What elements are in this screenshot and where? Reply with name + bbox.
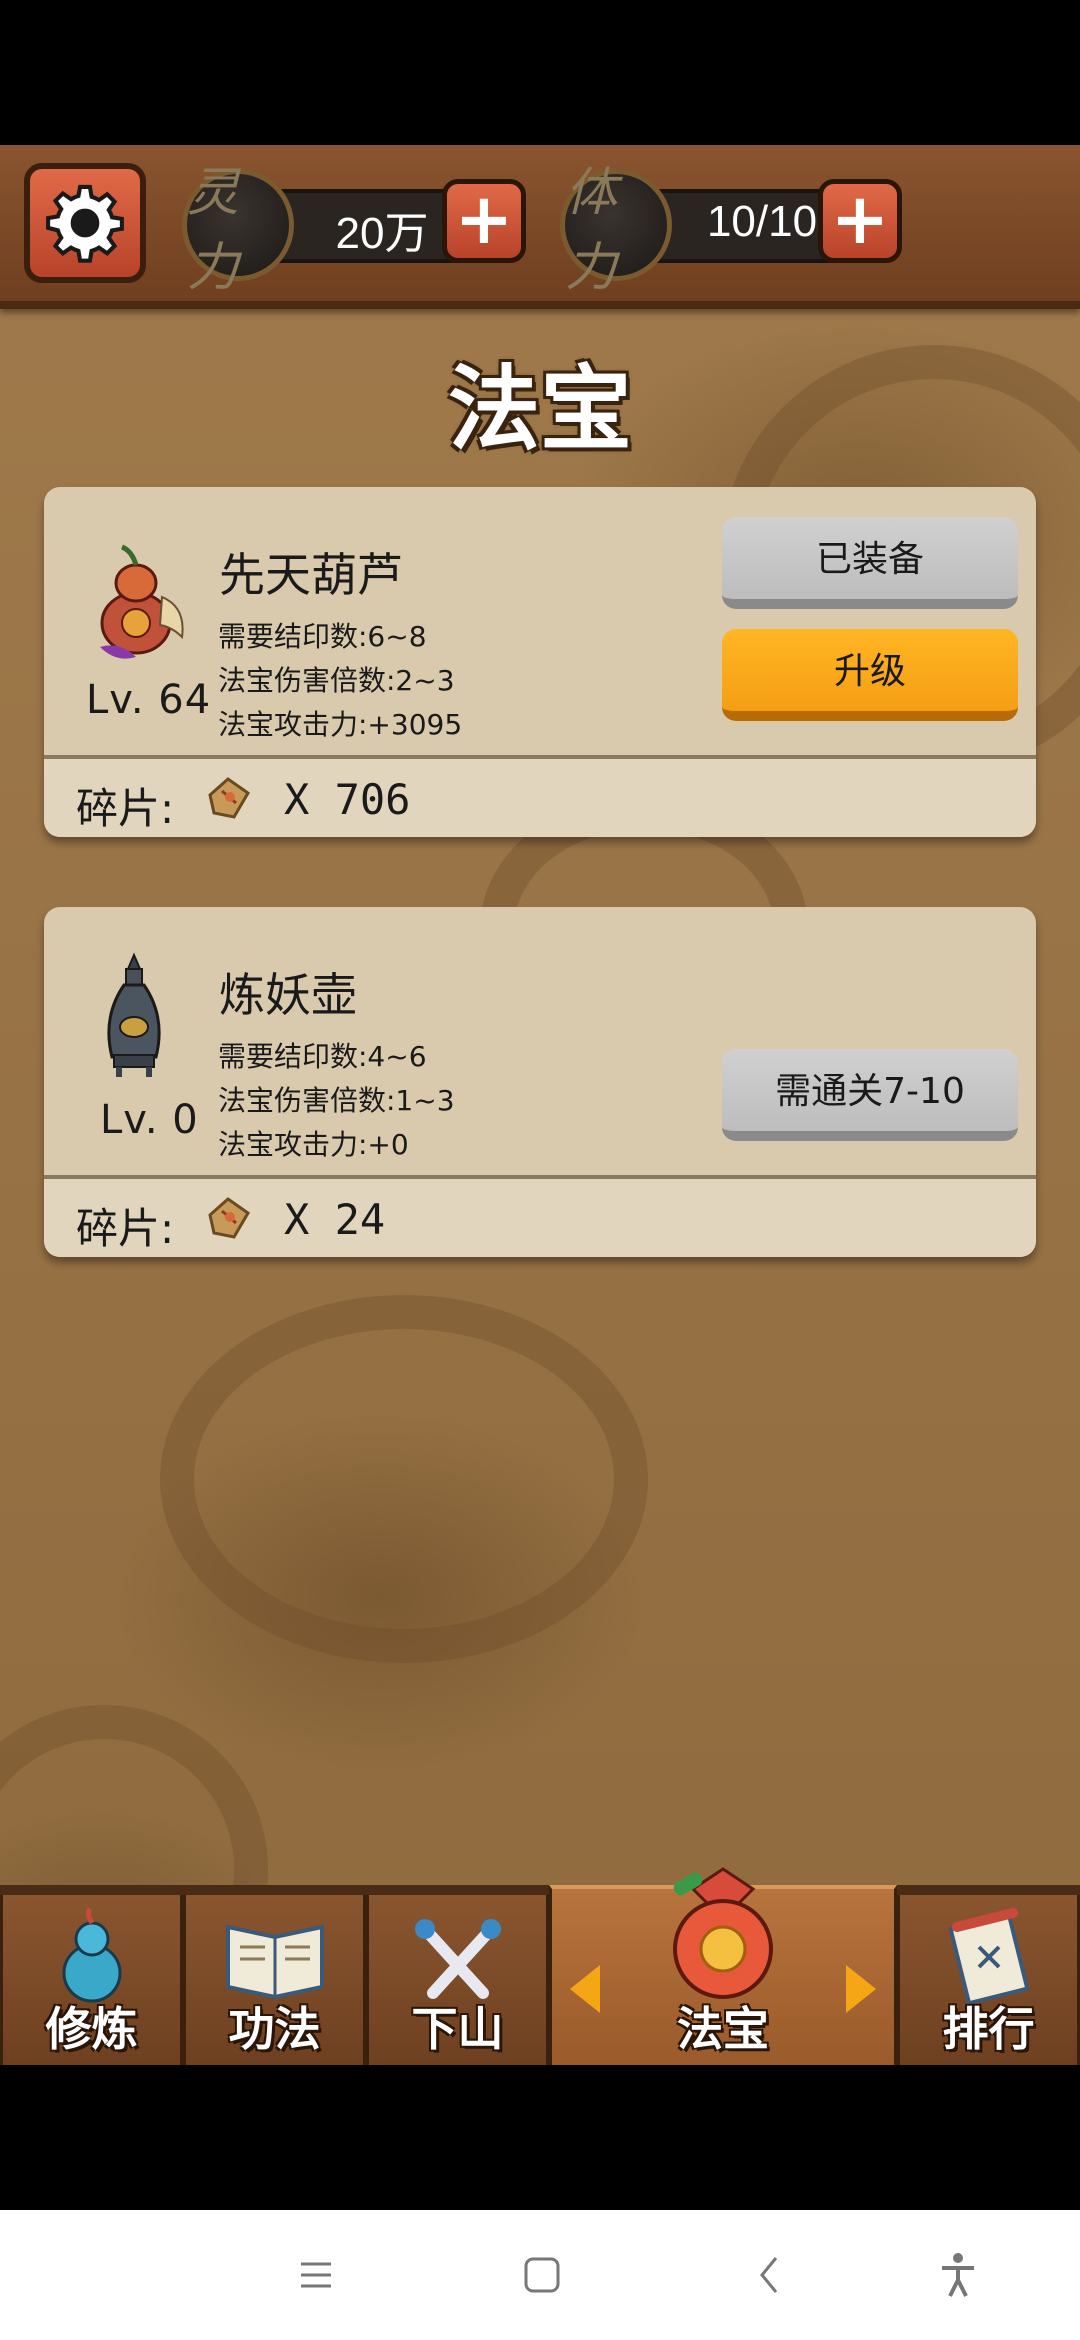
treasure-card: Lv. 0 炼妖壶 需要结印数:4~6 法宝伤害倍数:1~3 法宝攻击力:+0 … [44,907,1036,1257]
treasure-stat-seals: 需要结印数:6~8 [218,620,427,653]
treasure-stat-damage: 法宝伤害倍数:2~3 [218,664,455,697]
back-icon[interactable] [754,2250,784,2300]
fragment-row: 碎片: X 24 [44,1179,1036,1257]
page-title: 法宝 [447,356,632,463]
treasure-stat-attack: 法宝攻击力:+0 [218,1128,409,1161]
accessibility-icon[interactable] [938,2250,978,2300]
fragment-row: 碎片: X 706 [44,759,1036,837]
treasure-bag-icon [673,1867,773,1999]
bg-swirl [160,1295,648,1663]
book-icon [225,1924,324,2000]
scroll-icon [947,1907,1030,2006]
gourd-treasure-icon [74,527,194,667]
nav-item-ranking[interactable]: 排行 [897,1895,1080,2065]
unlock-requirement-button[interactable]: 需通关7-10 [722,1049,1018,1141]
spirit-value: 20万 [335,209,429,258]
bottom-nav: 修炼 功法 下山 法宝 排行 [0,1867,1080,2065]
fragment-label: 碎片: [76,784,175,833]
treasure-stat-damage: 法宝伤害倍数:1~3 [218,1084,455,1117]
add-stamina-button[interactable]: + [818,179,902,263]
nav-item-skills[interactable]: 功法 [183,1895,366,2065]
spirit-badge: 灵力 [182,163,294,298]
treasure-name: 先天葫芦 [219,548,403,602]
add-spirit-button[interactable]: + [442,179,526,263]
vase-treasure-icon [74,947,194,1087]
gear-icon [46,184,124,263]
treasure-name: 炼妖壶 [219,968,357,1022]
fragment-icon [208,777,250,819]
nav-item-cultivate[interactable]: 修炼 [0,1895,183,2065]
crossed-swords-icon [414,1919,501,1999]
spirit-resource: 灵力 20万 + [182,163,532,298]
equipped-button[interactable]: 已装备 [722,517,1018,609]
nav-item-treasure[interactable]: 法宝 [549,1867,897,2065]
stamina-badge: 体力 [560,163,672,298]
treasure-stat-seals: 需要结印数:4~6 [218,1040,427,1073]
nav-label: 功法 [228,2002,321,2056]
system-nav-bar [0,2210,1080,2340]
nav-label: 法宝 [677,2002,769,2056]
stamina-resource: 体力 10/10 + [560,163,910,298]
nav-label: 下山 [411,2002,504,2056]
treasure-stat-attack: 法宝攻击力:+3095 [218,708,463,741]
plus-icon: + [830,178,890,260]
fragment-label: 碎片: [76,1204,175,1253]
nav-label: 排行 [942,2002,1035,2056]
fragment-icon [208,1197,250,1239]
fragment-count: X 24 [284,1195,386,1244]
gourd-icon [62,1907,121,2003]
game-screen: 灵力 20万 + 体力 10/10 + 法宝 Lv. 64 先天葫芦 需要结印数… [0,145,1080,2065]
treasure-level: Lv. 0 [100,1097,199,1143]
settings-button[interactable] [24,163,146,283]
top-bar: 灵力 20万 + 体力 10/10 + [0,145,1080,309]
upgrade-button[interactable]: 升级 [722,629,1018,721]
home-icon[interactable] [522,2250,562,2300]
fragment-count: X 706 [284,775,411,824]
nav-label: 修炼 [45,2002,138,2056]
plus-icon: + [454,178,514,260]
menu-icon[interactable] [298,2250,334,2300]
treasure-level: Lv. 64 [86,677,212,723]
treasure-card: Lv. 64 先天葫芦 需要结印数:6~8 法宝伤害倍数:2~3 法宝攻击力:+… [44,487,1036,837]
nav-item-descend[interactable]: 下山 [366,1895,549,2065]
